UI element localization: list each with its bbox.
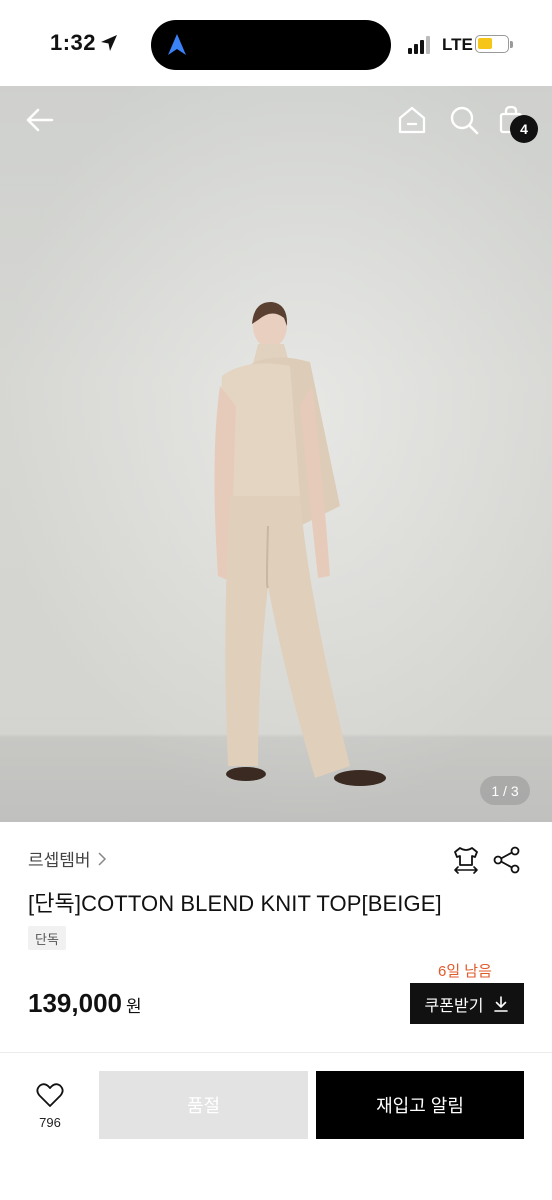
price-unit: 원	[125, 997, 142, 1016]
search-icon[interactable]	[448, 104, 480, 136]
size-fit-icon[interactable]	[451, 845, 481, 875]
product-image[interactable]	[0, 86, 552, 822]
coupon-label: 쿠폰받기	[424, 997, 484, 1015]
heart-icon	[36, 1083, 64, 1107]
get-coupon-button[interactable]: 쿠폰받기	[410, 983, 524, 1024]
like-button[interactable]: 796	[30, 1082, 70, 1130]
product-title: [단독]COTTON BLEND KNIT TOP[BEIGE]	[28, 891, 442, 916]
status-time: 1:32	[50, 30, 97, 55]
location-arrow-icon	[101, 35, 117, 51]
back-arrow-icon[interactable]	[24, 104, 56, 136]
divider	[0, 1052, 552, 1053]
home-icon[interactable]	[396, 104, 428, 136]
restock-alert-button[interactable]: 재입고 알림	[316, 1071, 524, 1139]
battery-icon	[475, 35, 509, 53]
like-count: 796	[39, 1115, 61, 1130]
soldout-button: 품절	[99, 1071, 308, 1139]
price-value: 139,000	[28, 988, 122, 1018]
download-icon	[494, 995, 509, 1012]
image-page-indicator: 1 / 3	[480, 776, 530, 805]
brand-link[interactable]: 르셉템버	[28, 846, 107, 871]
cart-count-badge: 4	[510, 115, 538, 143]
chevron-right-icon	[98, 851, 106, 866]
exclusive-tag: 단독	[28, 926, 66, 950]
navigation-arrow-icon	[168, 34, 186, 55]
signal-icon	[408, 36, 434, 54]
coupon-days-left: 6일 남음	[438, 963, 492, 980]
product-price: 139,000 원	[28, 988, 142, 1019]
status-bar: 1:32 LTE	[0, 0, 552, 86]
network-label: LTE	[442, 35, 473, 54]
share-icon[interactable]	[493, 846, 521, 874]
model-figure	[214, 301, 386, 786]
brand-name: 르셉템버	[28, 851, 91, 870]
